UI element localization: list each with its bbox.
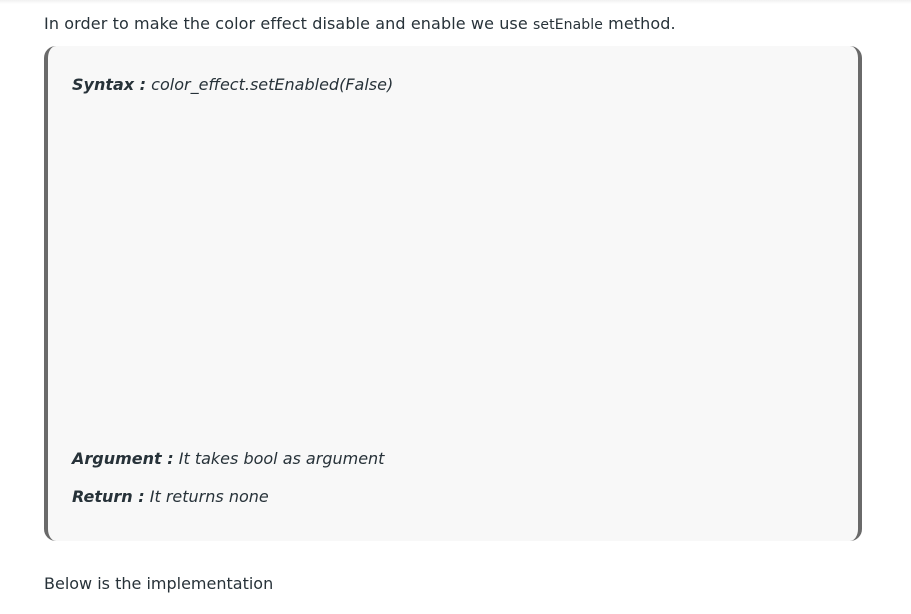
outro-paragraph: Below is the implementation [44, 574, 274, 593]
syntax-label: Syntax : [72, 75, 147, 94]
syntax-line: Syntax : color_effect.setEnabled(False) [72, 74, 393, 96]
return-line: Return : It returns none [72, 486, 269, 508]
return-label: Return : [72, 487, 145, 506]
inline-code-setenable: setEnable [533, 17, 603, 33]
intro-text-before: In order to make the color effect disabl… [44, 14, 533, 33]
intro-text-after: method. [602, 14, 676, 33]
intro-paragraph: In order to make the color effect disabl… [44, 13, 676, 36]
argument-label: Argument : [72, 449, 174, 468]
argument-line: Argument : It takes bool as argument [72, 448, 384, 470]
syntax-blockquote: Syntax : color_effect.setEnabled(False) … [44, 46, 862, 541]
syntax-value: color_effect.setEnabled(False) [151, 75, 394, 94]
argument-value: It takes bool as argument [178, 449, 385, 468]
return-value: It returns none [149, 487, 269, 506]
top-shadow [0, 0, 911, 4]
